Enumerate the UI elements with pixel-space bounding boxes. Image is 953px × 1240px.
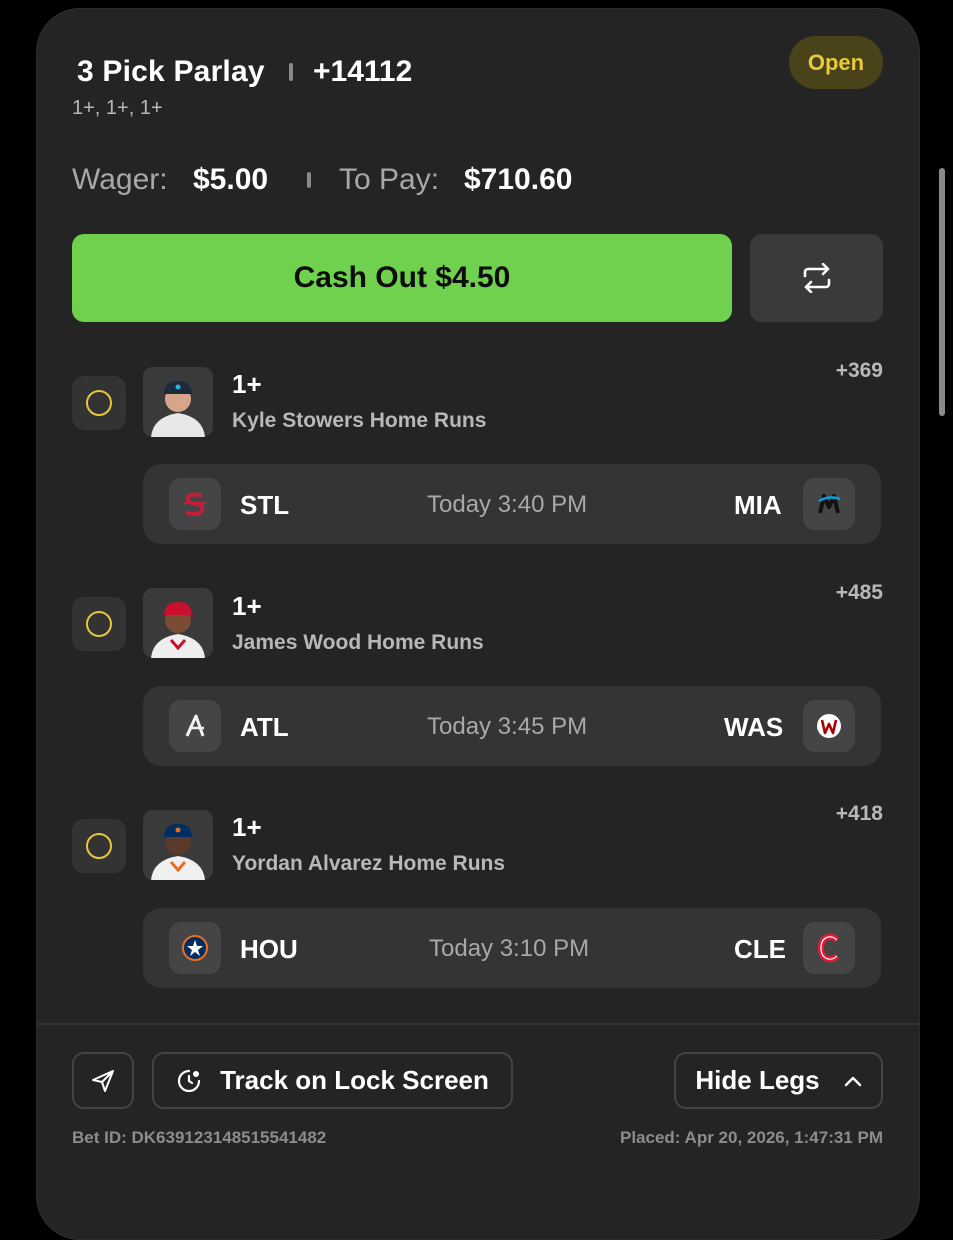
- away-team: HOU: [240, 934, 298, 964]
- bet-summary: 1+, 1+, 1+: [72, 97, 163, 119]
- pending-ring-icon: [86, 390, 112, 416]
- leg-odds: +369: [835, 359, 883, 382]
- chevron-up-icon: [844, 1076, 861, 1086]
- player-avatar: [143, 367, 213, 437]
- marlins-logo-icon: [803, 478, 855, 530]
- nationals-logo-icon: [803, 700, 855, 752]
- game-time: Today 3:10 PM: [429, 935, 590, 962]
- track-lock-screen-button[interactable]: Track on Lock Screen: [152, 1052, 513, 1109]
- leg-market: Yordan Alvarez Home Runs: [232, 852, 506, 875]
- placed-timestamp: Placed: Apr 20, 2026, 1:47:31 PM: [619, 1128, 883, 1147]
- player-avatar: [143, 588, 213, 658]
- swap-button[interactable]: [750, 234, 883, 322]
- hide-legs-button[interactable]: Hide Legs: [674, 1052, 883, 1109]
- swap-icon: [803, 263, 830, 293]
- game-row[interactable]: ATL Today 3:45 PM WAS: [143, 686, 881, 766]
- away-team: STL: [240, 490, 290, 520]
- game-row[interactable]: HOU Today 3:10 PM CLE: [143, 908, 881, 988]
- home-team: WAS: [724, 712, 784, 742]
- cash-out-button[interactable]: Cash Out $4.50: [72, 234, 732, 322]
- leg-status: [72, 597, 126, 651]
- lock-screen-activity-icon: [178, 1069, 201, 1092]
- braves-logo-icon: [169, 700, 221, 752]
- leg-pick: 1+: [232, 591, 262, 621]
- pending-ring-icon: [86, 611, 112, 637]
- title-divider: [289, 63, 293, 81]
- scrollbar[interactable]: [939, 168, 945, 416]
- hide-legs-label: Hide Legs: [695, 1065, 820, 1095]
- footer-divider: [37, 1023, 919, 1025]
- bet-id: Bet ID: DK639123148515541482: [72, 1128, 327, 1147]
- player-avatar: [143, 810, 213, 880]
- bet-title: 3 Pick Parlay: [77, 55, 265, 88]
- pending-ring-icon: [86, 833, 112, 859]
- game-time: Today 3:40 PM: [427, 491, 588, 518]
- bet-odds: +14112: [313, 55, 413, 88]
- share-button[interactable]: [72, 1052, 134, 1109]
- home-team: CLE: [734, 934, 786, 964]
- home-team: MIA: [734, 490, 782, 520]
- leg-odds: +418: [835, 802, 883, 825]
- game-time: Today 3:45 PM: [427, 713, 588, 740]
- track-lock-screen-label: Track on Lock Screen: [220, 1065, 489, 1095]
- game-row[interactable]: STL Today 3:40 PM MIA: [143, 464, 881, 544]
- wager-label: Wager:: [72, 163, 168, 196]
- wager-value: $5.00: [193, 163, 269, 196]
- topay-value: $710.60: [464, 163, 573, 196]
- leg-pick: 1+: [232, 369, 262, 399]
- bet-card: 3 Pick Parlay +14112 1+, 1+, 1+ Open Wag…: [36, 8, 920, 1240]
- leg-status: [72, 819, 126, 873]
- leg-market: Kyle Stowers Home Runs: [232, 409, 487, 432]
- guardians-logo-icon: [803, 922, 855, 974]
- wager-divider: [307, 172, 311, 188]
- leg-status: [72, 376, 126, 430]
- astros-logo-icon: [169, 922, 221, 974]
- send-icon: [92, 1069, 114, 1092]
- leg-pick: 1+: [232, 812, 262, 842]
- cardinals-logo-icon: [169, 478, 221, 530]
- status-badge: Open: [789, 36, 883, 89]
- topay-label: To Pay:: [339, 163, 440, 196]
- leg-odds: +485: [835, 581, 883, 604]
- away-team: ATL: [240, 712, 289, 742]
- leg-market: James Wood Home Runs: [232, 631, 484, 654]
